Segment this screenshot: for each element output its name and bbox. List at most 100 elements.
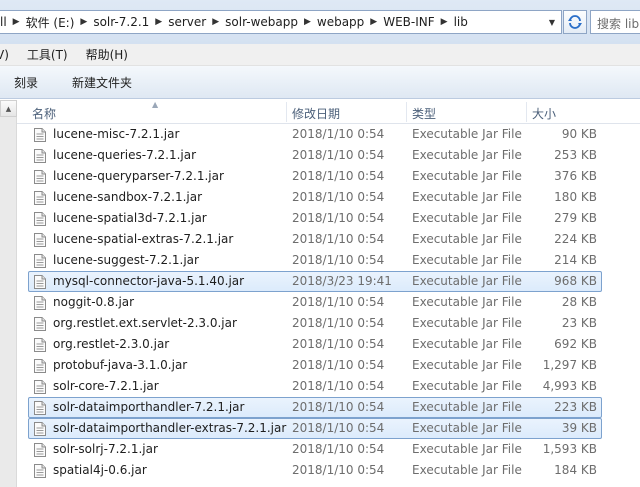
jar-file-icon [34,401,46,415]
file-size: 279 KB [554,211,597,225]
file-size: 692 KB [554,337,597,351]
file-row[interactable]: lucene-spatial3d-7.2.1.jar 2018/1/10 0:54… [28,208,602,229]
crumb-lib[interactable]: lib [450,15,472,29]
file-row[interactable]: lucene-misc-7.2.1.jar 2018/1/10 0:54 Execu… [28,124,602,145]
file-type: Executable Jar File [412,148,522,162]
file-row[interactable]: lucene-spatial-extras-7.2.1.jar 2018/1/10… [28,229,602,250]
file-name: spatial4j-0.6.jar [53,463,147,477]
crumb-drive[interactable]: 软件 (E:) [22,14,79,31]
file-date: 2018/1/10 0:54 [292,442,385,456]
jar-file-icon [34,443,46,457]
crumb-solr[interactable]: solr-7.2.1 [89,15,153,29]
scroll-up-icon[interactable]: ▲ [0,100,17,117]
file-type: Executable Jar File [412,421,522,435]
file-size: 1,297 KB [542,358,597,372]
file-name: solr-dataimporthandler-7.2.1.jar [53,400,245,414]
file-list: lucene-misc-7.2.1.jar 2018/1/10 0:54 Execu… [28,124,608,481]
file-row[interactable]: solr-core-7.2.1.jar 2018/1/10 0:54 Executa… [28,376,602,397]
file-date: 2018/1/10 0:54 [292,253,385,267]
crumb-separator-icon[interactable]: ▶ [302,17,313,27]
menu-bar: V) 工具(T) 帮助(H) [0,44,640,66]
crumb-separator-icon[interactable]: ▶ [11,17,22,27]
address-dropdown-icon[interactable]: ▼ [543,11,561,33]
menu-view[interactable]: V) [0,48,19,62]
file-type: Executable Jar File [412,232,522,246]
crumb-separator-icon[interactable]: ▶ [153,17,164,27]
file-row[interactable]: org.restlet.ext.servlet-2.3.0.jar 2018/1/… [28,313,602,334]
file-size: 184 KB [554,463,597,477]
jar-file-icon [34,338,46,352]
file-size: 968 KB [554,274,597,288]
file-name: solr-dataimporthandler-extras-7.2.1.jar [53,421,287,435]
jar-file-icon [34,128,46,142]
crumb-separator-icon[interactable]: ▶ [439,17,450,27]
file-row[interactable]: protobuf-java-3.1.0.jar 2018/1/10 0:54 Exe… [28,355,602,376]
crumb-web-inf[interactable]: WEB-INF [379,15,438,29]
file-size: 23 KB [561,316,597,330]
file-type: Executable Jar File [412,379,522,393]
file-type: Executable Jar File [412,442,522,456]
column-date[interactable]: 修改日期 [286,100,406,124]
file-name: mysql-connector-java-5.1.40.jar [53,274,245,288]
file-date: 2018/1/10 0:54 [292,358,385,372]
file-row[interactable]: solr-dataimporthandler-7.2.1.jar 2018/1/1… [28,397,602,418]
jar-file-icon [34,149,46,163]
column-header-row: 名称 修改日期 类型 大小 [0,100,640,124]
file-date: 2018/3/23 19:41 [292,274,392,288]
file-name: solr-solrj-7.2.1.jar [53,442,158,456]
vertical-scrollbar[interactable]: ▲ [0,100,17,487]
file-name: noggit-0.8.jar [53,295,135,309]
file-date: 2018/1/10 0:54 [292,421,385,435]
file-size: 1,593 KB [542,442,597,456]
file-row[interactable]: lucene-queries-7.2.1.jar 2018/1/10 0:54 Ex… [28,145,602,166]
file-size: 376 KB [554,169,597,183]
menu-help[interactable]: 帮助(H) [86,46,138,63]
new-folder-button[interactable]: 新建文件夹 [66,74,138,91]
crumb-server[interactable]: server [164,15,210,29]
file-type: Executable Jar File [412,400,522,414]
file-name: org.restlet.ext.servlet-2.3.0.jar [53,316,237,330]
file-date: 2018/1/10 0:54 [292,127,385,141]
column-type[interactable]: 类型 [406,100,526,124]
crumb-webapp[interactable]: webapp [313,15,368,29]
crumb-separator-icon[interactable]: ▶ [210,17,221,27]
file-name: solr-core-7.2.1.jar [53,379,159,393]
jar-file-icon [34,422,46,436]
crumb-separator-icon[interactable]: ▶ [368,17,379,27]
file-row[interactable]: spatial4j-0.6.jar 2018/1/10 0:54 Executabl… [28,460,602,481]
crumb-separator-icon[interactable]: ▶ [78,17,89,27]
file-row[interactable]: solr-dataimporthandler-extras-7.2.1.jar 2… [28,418,602,439]
address-bar[interactable]: ll ▶ 软件 (E:) ▶ solr-7.2.1 ▶ server ▶ sol… [0,10,562,34]
file-date: 2018/1/10 0:54 [292,190,385,204]
jar-file-icon [34,212,46,226]
file-row[interactable]: lucene-sandbox-7.2.1.jar 2018/1/10 0:54 Ex… [28,187,602,208]
file-name: lucene-queries-7.2.1.jar [53,148,197,162]
file-row[interactable]: mysql-connector-java-5.1.40.jar 2018/3/23… [28,271,602,292]
file-row[interactable]: solr-solrj-7.2.1.jar 2018/1/10 0:54 Execut… [28,439,602,460]
file-name: lucene-queryparser-7.2.1.jar [53,169,224,183]
file-date: 2018/1/10 0:54 [292,232,385,246]
file-date: 2018/1/10 0:54 [292,295,385,309]
file-row[interactable]: org.restlet-2.3.0.jar 2018/1/10 0:54 Execu… [28,334,602,355]
file-row[interactable]: lucene-suggest-7.2.1.jar 2018/1/10 0:54 Ex… [28,250,602,271]
file-size: 4,993 KB [542,379,597,393]
file-type: Executable Jar File [412,274,522,288]
file-size: 39 KB [561,421,597,435]
jar-file-icon [34,380,46,394]
crumb-solr-webapp[interactable]: solr-webapp [221,15,302,29]
jar-file-icon [34,191,46,205]
file-size: 214 KB [554,253,597,267]
file-type: Executable Jar File [412,463,522,477]
command-toolbar: 刻录 新建文件夹 [0,66,640,99]
refresh-button[interactable] [563,10,587,34]
file-row[interactable]: noggit-0.8.jar 2018/1/10 0:54 Executable J… [28,292,602,313]
menu-tools[interactable]: 工具(T) [27,46,78,63]
sort-ascending-icon: ▲ [152,100,159,109]
search-input[interactable]: 搜索 lib [590,10,640,34]
file-date: 2018/1/10 0:54 [292,463,385,477]
column-size[interactable]: 大小 [526,100,626,124]
jar-file-icon [34,233,46,247]
burn-button[interactable]: 刻录 [8,74,44,91]
file-type: Executable Jar File [412,337,522,351]
file-row[interactable]: lucene-queryparser-7.2.1.jar 2018/1/10 0:… [28,166,602,187]
